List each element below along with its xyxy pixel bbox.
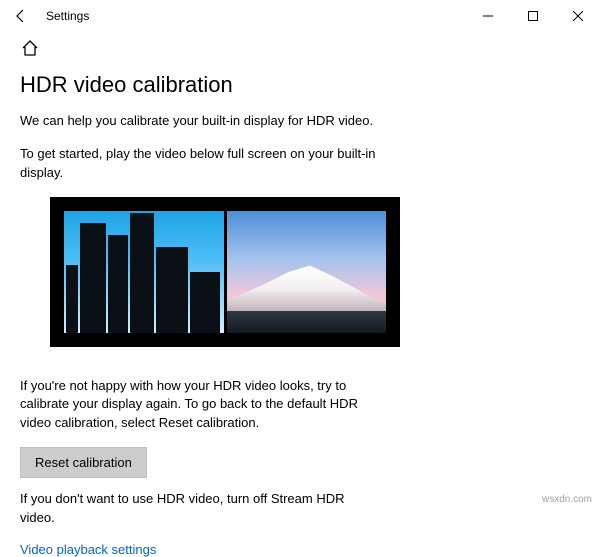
reset-calibration-button[interactable]: Reset calibration: [20, 447, 147, 478]
titlebar: Settings: [0, 0, 600, 32]
minimize-button[interactable]: [465, 0, 510, 32]
maximize-button[interactable]: [510, 0, 555, 32]
home-icon: [21, 39, 39, 57]
home-button[interactable]: [20, 38, 40, 58]
calibration-video-thumbnail[interactable]: [50, 197, 400, 347]
video-scene-mountain: [227, 211, 387, 333]
video-scene-city: [64, 211, 224, 333]
window-controls: [465, 0, 600, 32]
intro-text: We can help you calibrate your built-in …: [20, 112, 380, 131]
recalibrate-hint: If you're not happy with how your HDR vi…: [20, 377, 380, 434]
content-area: HDR video calibration We can help you ca…: [0, 72, 600, 557]
watermark: wsxdn.com: [542, 494, 592, 505]
instruction-text: To get started, play the video below ful…: [20, 145, 380, 183]
page-heading: HDR video calibration: [20, 72, 580, 98]
close-button[interactable]: [555, 0, 600, 32]
window-title: Settings: [46, 9, 89, 23]
back-button[interactable]: [6, 1, 36, 31]
header-row: [0, 32, 600, 72]
video-playback-settings-link[interactable]: Video playback settings: [20, 542, 580, 557]
